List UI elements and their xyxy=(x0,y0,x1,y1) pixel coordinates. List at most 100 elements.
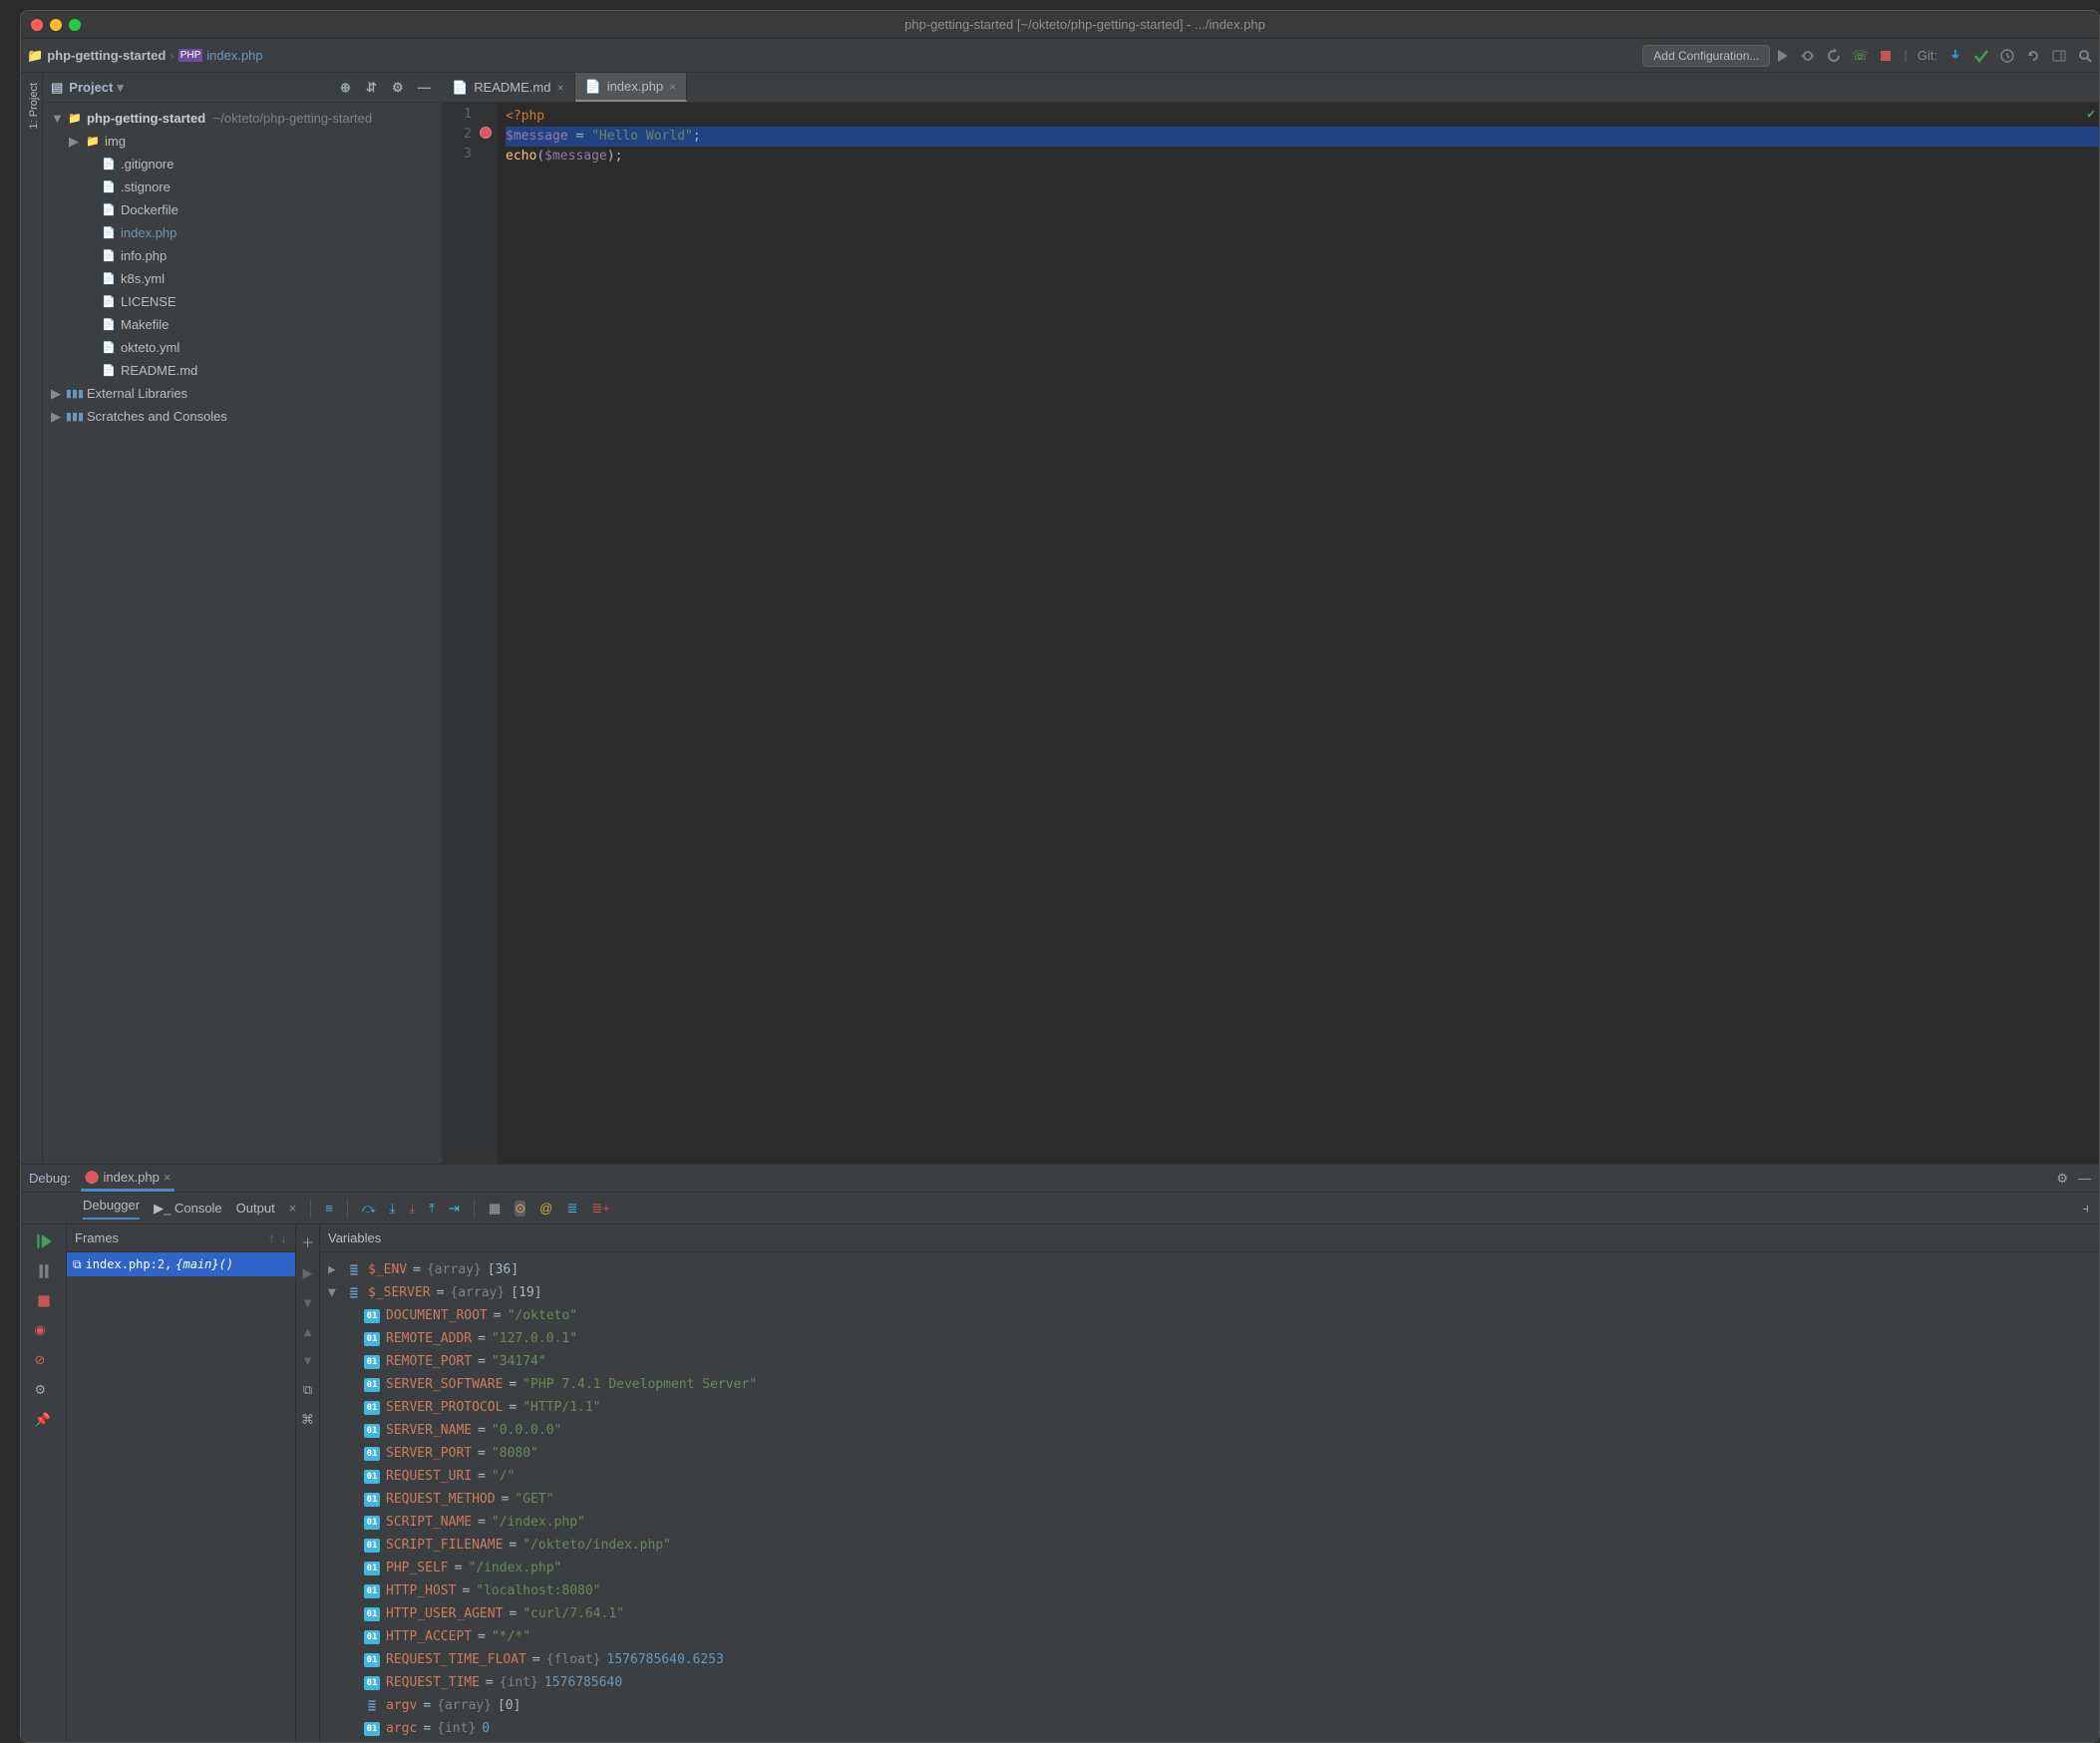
close-icon[interactable]: × xyxy=(556,81,563,95)
search-everywhere-icon[interactable] xyxy=(2077,48,2093,64)
line-number[interactable]: 3 xyxy=(452,147,472,167)
tree-file[interactable]: 📄 info.php xyxy=(43,244,442,267)
close-icon[interactable]: × xyxy=(669,80,676,94)
step-into-icon[interactable]: ⤓ xyxy=(390,1201,396,1217)
chevron-right-icon[interactable]: ▶ xyxy=(69,134,81,150)
locate-icon[interactable]: ⊕ xyxy=(340,80,356,96)
debug-icon[interactable] xyxy=(1800,48,1816,64)
variable-entry[interactable]: 01 SERVER_PROTOCOL = "HTTP/1.1" xyxy=(320,1396,2099,1419)
tree-file[interactable]: 📄 okteto.yml xyxy=(43,336,442,359)
project-title[interactable]: Project xyxy=(69,80,113,95)
frames-list[interactable]: ⧉ index.php:2, {main}() xyxy=(67,1252,295,1276)
show-linked-icon[interactable]: ⌘ xyxy=(301,1412,314,1428)
pin-icon[interactable]: 📌 xyxy=(35,1412,53,1430)
project-toolwindow-tab[interactable]: 1: Project xyxy=(21,73,42,139)
mute-breakpoints-icon[interactable]: ⊘ xyxy=(35,1352,53,1370)
debugger-tab[interactable]: Debugger xyxy=(83,1198,140,1220)
variable-entry[interactable]: 01 REQUEST_METHOD = "GET" xyxy=(320,1488,2099,1511)
tree-file[interactable]: 📄 Dockerfile xyxy=(43,198,442,221)
tree-file[interactable]: 📄 README.md xyxy=(43,359,442,382)
pause-icon[interactable] xyxy=(35,1262,53,1280)
variable-entry[interactable]: 01 SCRIPT_NAME = "/index.php" xyxy=(320,1511,2099,1534)
resume-icon[interactable] xyxy=(35,1232,53,1250)
show-execution-point-icon[interactable]: ≡ xyxy=(325,1201,333,1216)
git-revert-icon[interactable] xyxy=(2025,48,2041,64)
collapse-icon[interactable]: ▼ xyxy=(301,1295,314,1310)
code-line[interactable]: echo($message); xyxy=(506,147,2099,167)
add-watch-plus-icon[interactable]: ＋ xyxy=(301,1232,314,1251)
variable-entry[interactable]: 01 HTTP_ACCEPT = "*/*" xyxy=(320,1625,2099,1648)
line-number[interactable]: 2 xyxy=(452,127,472,147)
prev-frame-icon[interactable]: ↑ xyxy=(268,1230,275,1245)
variable-root[interactable]: ▼ ≣ $_SERVER = {array} [19] xyxy=(320,1281,2099,1304)
tree-file[interactable]: 📄 index.php xyxy=(43,221,442,244)
editor-tab[interactable]: 📄 index.php × xyxy=(575,73,688,102)
run-to-cursor-icon[interactable]: ⇥ xyxy=(449,1201,460,1217)
stop-icon[interactable] xyxy=(1878,48,1894,64)
chevron-icon[interactable]: ▶ xyxy=(328,1262,340,1277)
chevron-right-icon[interactable]: ▶ xyxy=(51,386,63,402)
evaluate-expression-icon[interactable]: ▦ xyxy=(489,1201,501,1217)
variable-entry[interactable]: 01 REMOTE_ADDR = "127.0.0.1" xyxy=(320,1327,2099,1350)
tree-extra[interactable]: ▶ ▮▮▮ External Libraries xyxy=(43,382,442,405)
listen-icon[interactable]: ☏ xyxy=(1852,48,1868,64)
breakpoint-icon[interactable] xyxy=(480,127,492,139)
variable-entry[interactable]: 01 argc = {int} 0 xyxy=(320,1717,2099,1740)
run-icon[interactable] xyxy=(1774,48,1790,64)
editor-tab[interactable]: 📄 README.md × xyxy=(442,73,575,102)
variable-entry[interactable]: 01 SCRIPT_FILENAME = "/okteto/index.php" xyxy=(320,1534,2099,1557)
tree-dir[interactable]: ▶ 📁 img xyxy=(43,130,442,153)
watches-icon[interactable]: ≣ xyxy=(566,1201,577,1217)
editor-body[interactable]: 123 ✔ <?php$message = "Hello World";echo… xyxy=(442,103,2099,1164)
variable-entry[interactable]: 01 HTTP_USER_AGENT = "curl/7.64.1" xyxy=(320,1602,2099,1625)
chevron-down-icon[interactable]: ▾ xyxy=(117,80,124,96)
output-tab[interactable]: Output xyxy=(236,1201,275,1216)
code-line[interactable]: $message = "Hello World"; xyxy=(506,127,2099,147)
debug-settings-icon[interactable]: ⚙ xyxy=(2056,1171,2068,1187)
settings-gear-icon[interactable]: ⚙ xyxy=(392,80,408,96)
tree-file[interactable]: 📄 .gitignore xyxy=(43,153,442,175)
breadcrumb-file[interactable]: PHP index.php xyxy=(178,48,263,63)
line-number-gutter[interactable]: 123 xyxy=(442,103,478,1164)
variable-entry[interactable]: 01 HTTP_HOST = "localhost:8080" xyxy=(320,1579,2099,1602)
close-window-button[interactable] xyxy=(31,19,43,31)
variable-entry[interactable]: 01 SERVER_NAME = "0.0.0.0" xyxy=(320,1419,2099,1442)
add-watch-icon[interactable]: ≣+ xyxy=(591,1201,609,1217)
variable-entry[interactable]: 01 SERVER_PORT = "8080" xyxy=(320,1442,2099,1465)
at-icon[interactable]: @ xyxy=(539,1201,552,1216)
variables-tree[interactable]: ▶ ≣ $_ENV = {array} [36] ▼ ≣ $_SERVER = … xyxy=(320,1252,2099,1742)
add-configuration-button[interactable]: Add Configuration... xyxy=(1642,45,1770,67)
variable-root[interactable]: ▶ ≣ $_ENV = {array} [36] xyxy=(320,1258,2099,1281)
line-number[interactable]: 1 xyxy=(452,107,472,127)
move-down-icon[interactable]: ▼ xyxy=(301,1353,314,1368)
hide-debug-icon[interactable]: — xyxy=(2078,1171,2091,1186)
expand-icon[interactable]: ▶ xyxy=(303,1265,313,1281)
variable-entry[interactable]: 01 REQUEST_TIME_FLOAT = {float} 15767856… xyxy=(320,1648,2099,1671)
stack-frame[interactable]: ⧉ index.php:2, {main}() xyxy=(67,1252,295,1276)
next-frame-icon[interactable]: ↓ xyxy=(281,1230,288,1245)
tree-extra[interactable]: ▶ ▮▮▮ Scratches and Consoles xyxy=(43,405,442,428)
variable-entry[interactable]: 01 SERVER_SOFTWARE = "PHP 7.4.1 Developm… xyxy=(320,1373,2099,1396)
project-tree[interactable]: ▼ 📁 php-getting-started ~/okteto/php-get… xyxy=(43,103,442,1164)
force-step-into-icon[interactable]: ⤓ xyxy=(410,1201,416,1217)
step-out-icon[interactable]: ⤒ xyxy=(429,1201,435,1217)
variable-entry[interactable]: 01 DOCUMENT_ROOT = "/okteto" xyxy=(320,1304,2099,1327)
git-history-icon[interactable] xyxy=(1999,48,2015,64)
git-commit-icon[interactable] xyxy=(1973,48,1989,64)
chevron-right-icon[interactable]: ▶ xyxy=(51,409,63,425)
chevron-down-icon[interactable]: ▼ xyxy=(51,111,63,126)
tree-file[interactable]: 📄 Makefile xyxy=(43,313,442,336)
variable-entry[interactable]: 01 REQUEST_TIME = {int} 1576785640 xyxy=(320,1671,2099,1694)
breadcrumb-project[interactable]: 📁 php-getting-started xyxy=(27,48,166,64)
variable-entry[interactable]: 01 REQUEST_URI = "/" xyxy=(320,1465,2099,1488)
debug-settings-gear-icon[interactable]: ⚙ xyxy=(35,1382,53,1400)
step-over-icon[interactable]: ⤼ xyxy=(362,1201,376,1217)
chevron-icon[interactable]: ▼ xyxy=(328,1285,340,1300)
stop-debug-icon[interactable] xyxy=(35,1292,53,1310)
layout-settings-icon[interactable]: ⫞ xyxy=(2083,1201,2090,1217)
git-update-icon[interactable] xyxy=(1947,48,1963,64)
code-area[interactable]: ✔ <?php$message = "Hello World";echo($me… xyxy=(498,103,2099,1164)
variable-entry[interactable]: 01 REMOTE_PORT = "34174" xyxy=(320,1350,2099,1373)
close-icon[interactable]: × xyxy=(289,1201,297,1216)
debug-session-tab[interactable]: ⬤ index.php × xyxy=(81,1165,175,1192)
